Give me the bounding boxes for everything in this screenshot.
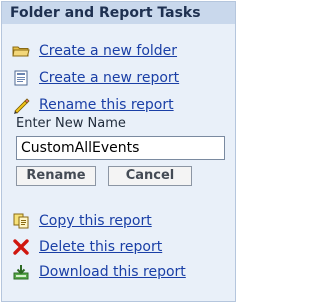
new-name-input[interactable] [16, 136, 225, 160]
action-download-report[interactable]: Download this report [12, 263, 186, 281]
task-rename-report[interactable]: Rename this report [12, 96, 174, 114]
rename-report-link[interactable]: Rename this report [39, 97, 174, 113]
panel-title: Folder and Report Tasks [2, 2, 235, 24]
cancel-button[interactable]: Cancel [108, 166, 192, 186]
create-report-link[interactable]: Create a new report [39, 70, 179, 86]
delete-icon [12, 238, 30, 256]
report-icon [12, 69, 30, 87]
copy-icon [12, 212, 30, 230]
task-create-folder[interactable]: Create a new folder [12, 42, 177, 60]
create-folder-link[interactable]: Create a new folder [39, 43, 177, 59]
task-create-report[interactable]: Create a new report [12, 69, 179, 87]
copy-report-link[interactable]: Copy this report [39, 213, 152, 229]
rename-button[interactable]: Rename [16, 166, 96, 186]
delete-report-link[interactable]: Delete this report [39, 239, 162, 255]
pencil-icon [12, 96, 30, 114]
download-report-link[interactable]: Download this report [39, 264, 186, 280]
action-delete-report[interactable]: Delete this report [12, 238, 162, 256]
download-icon [12, 263, 30, 281]
folder-icon [12, 42, 30, 60]
folder-and-report-tasks-panel: Folder and Report Tasks Create a new fol… [1, 1, 236, 302]
action-copy-report[interactable]: Copy this report [12, 212, 152, 230]
new-name-label: Enter New Name [16, 116, 126, 131]
